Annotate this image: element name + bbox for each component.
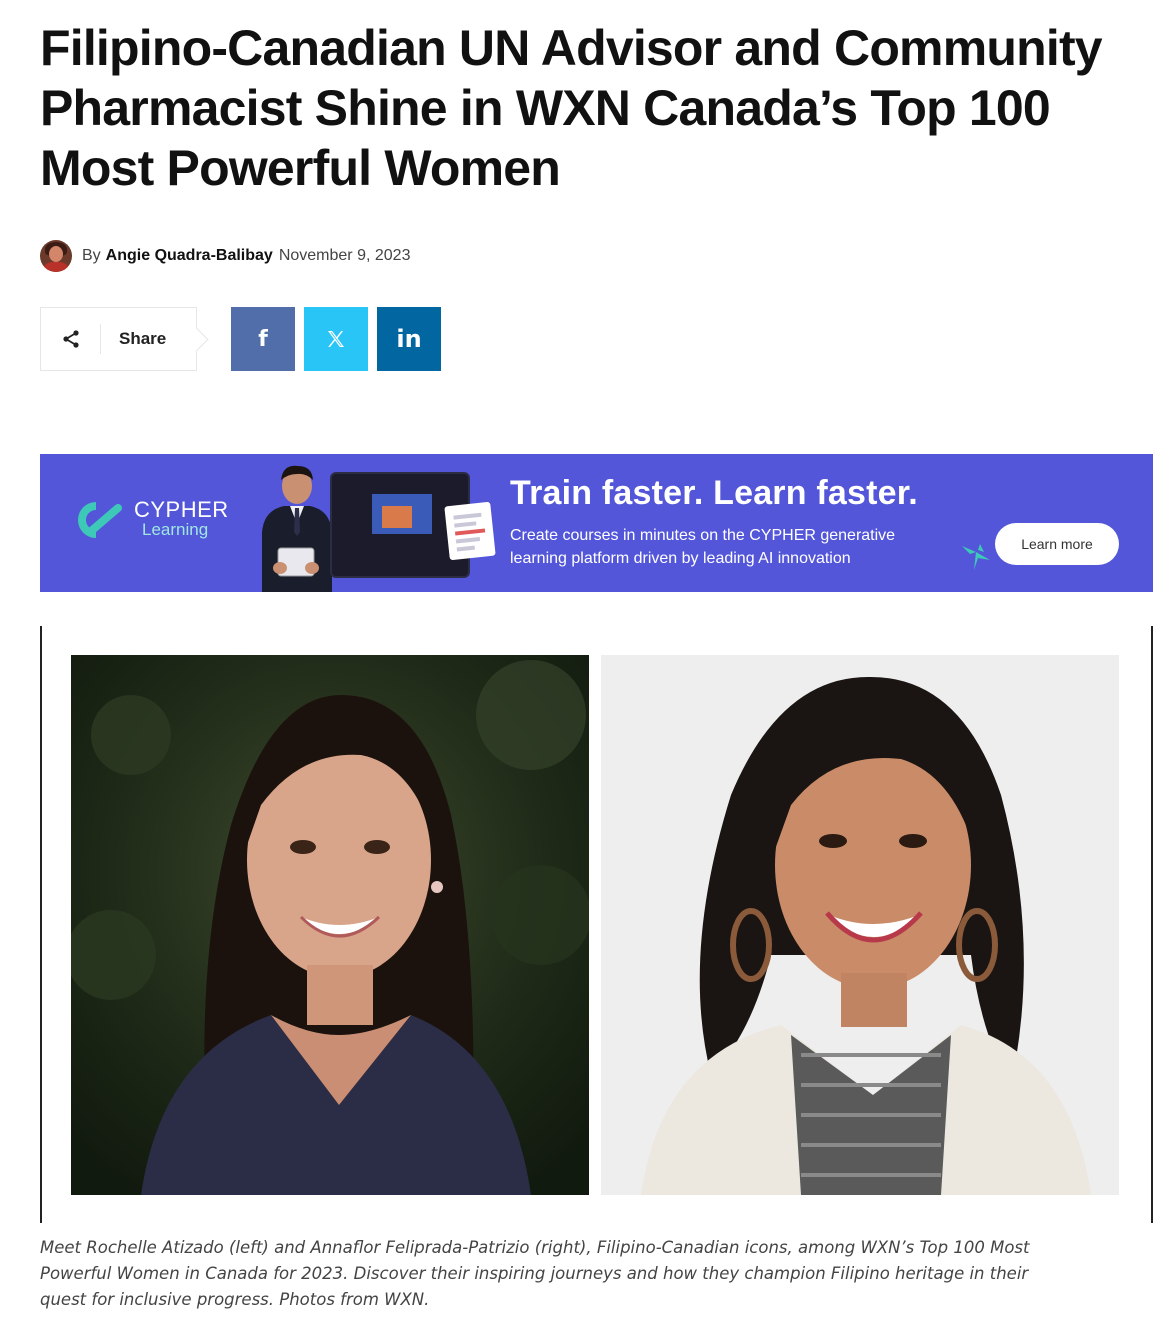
photo-rochelle-atizado [71,655,589,1195]
article-title: Filipino-Canadian UN Advisor and Communi… [40,18,1140,198]
article-featured-image [40,626,1153,1223]
ad-subtext: Create courses in minutes on the CYPHER … [510,524,970,570]
ad-person-illustration [262,465,332,592]
photo-annaflor-feliprada-patrizio [601,655,1119,1195]
ad-subtext-line: Create courses in minutes on the CYPHER … [510,527,896,544]
publish-date: November 9, 2023 [278,247,411,264]
sparkle-icon [962,544,990,570]
caption-line: quest for inclusive progress. Photos fro… [40,1290,430,1309]
caption-line: Meet Rochelle Atizado (left) and Annaflo… [40,1238,1030,1257]
ad-headline: Train faster. Learn faster. [510,474,918,512]
title-line: Filipino-Canadian UN Advisor and Communi… [40,20,1103,76]
ad-subtext-line: learning platform driven by leading AI i… [510,550,851,567]
image-caption: Meet Rochelle Atizado (left) and Annaflo… [40,1235,1130,1313]
title-line: Pharmacist Shine in WXN Canada’s Top 100 [40,80,1051,136]
linkedin-icon: in [396,325,422,353]
facebook-icon: f [258,326,268,352]
author-link[interactable]: Angie Quadra-Balibay [106,247,273,265]
facebook-share-button[interactable]: f [231,307,295,371]
linkedin-share-button[interactable]: in [377,307,441,371]
share-button[interactable]: Share [40,307,197,371]
share-icon [41,324,101,354]
byline: By Angie Quadra-Balibay November 9, 2023 [40,240,410,272]
share-label: Share [119,329,167,348]
x-icon [328,331,344,347]
ad-brand-sub: Learning [142,520,209,539]
caption-line: Powerful Women in Canada for 2023. Disco… [40,1264,1029,1283]
x-share-button[interactable] [304,307,368,371]
cypher-learning-ad-banner[interactable]: CYPHER Learning Train faster. Learn fast… [40,454,1153,592]
learn-more-button[interactable]: Learn more [995,523,1119,565]
share-bar: Share f in [40,307,441,371]
title-line: Most Powerful Women [40,140,561,196]
ad-document-graphic [444,501,496,561]
author-avatar[interactable] [40,240,72,272]
byline-prefix: By [82,247,101,264]
cypher-logo-mark [78,502,122,538]
ad-brand-name: CYPHER [134,497,229,522]
cypher-logo: CYPHER Learning [72,498,229,542]
